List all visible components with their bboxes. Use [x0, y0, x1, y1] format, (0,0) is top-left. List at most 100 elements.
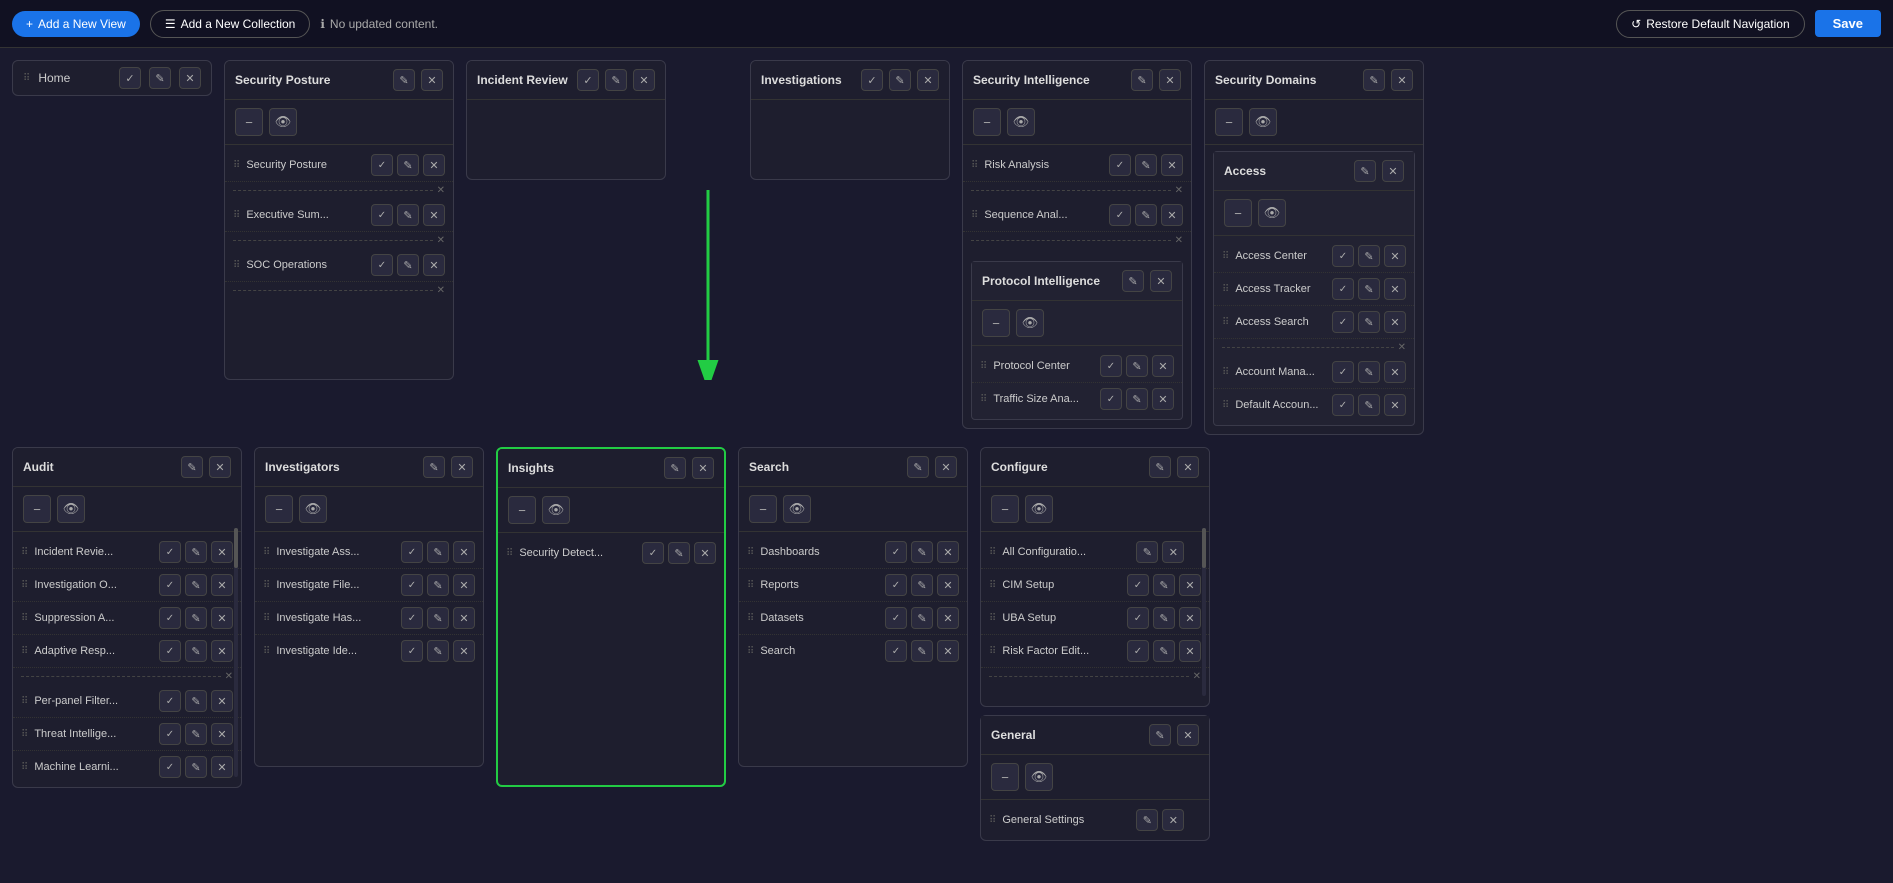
configure-eye-btn[interactable]: 👁 — [1025, 495, 1053, 523]
insights-close-btn[interactable]: ✕ — [692, 457, 714, 479]
item-close-btn[interactable]: ✕ — [453, 640, 475, 662]
investigators-eye-btn[interactable]: 👁 — [299, 495, 327, 523]
home-close-btn[interactable]: ✕ — [179, 67, 201, 89]
item-edit-btn[interactable]: ✎ — [427, 541, 449, 563]
item-close-btn[interactable]: ✕ — [211, 607, 233, 629]
item-check-btn[interactable]: ✓ — [401, 574, 423, 596]
item-edit-btn[interactable]: ✎ — [1358, 278, 1380, 300]
item-edit-btn[interactable]: ✎ — [1153, 640, 1175, 662]
item-check-btn[interactable]: ✓ — [885, 574, 907, 596]
item-close-btn[interactable]: ✕ — [1384, 278, 1406, 300]
audit-close-btn[interactable]: ✕ — [209, 456, 231, 478]
separator-close-btn[interactable]: ✕ — [437, 285, 445, 296]
item-edit-btn[interactable]: ✎ — [185, 756, 207, 778]
item-close-btn[interactable]: ✕ — [1179, 574, 1201, 596]
item-edit-btn[interactable]: ✎ — [1358, 394, 1380, 416]
separator-close-btn[interactable]: ✕ — [1175, 185, 1183, 196]
item-check-btn[interactable]: ✓ — [1109, 204, 1131, 226]
general-eye-btn[interactable]: 👁 — [1025, 763, 1053, 791]
item-close-btn[interactable]: ✕ — [211, 756, 233, 778]
si-minus-btn[interactable]: − — [973, 108, 1001, 136]
configure-edit-btn[interactable]: ✎ — [1149, 456, 1171, 478]
insights-edit-btn[interactable]: ✎ — [664, 457, 686, 479]
investigators-close-btn[interactable]: ✕ — [451, 456, 473, 478]
security-intelligence-close-btn[interactable]: ✕ — [1159, 69, 1181, 91]
separator-close-btn[interactable]: ✕ — [1175, 235, 1183, 246]
item-close-btn[interactable]: ✕ — [1152, 355, 1174, 377]
add-view-button[interactable]: + Add a New View — [12, 11, 140, 37]
item-close-btn[interactable]: ✕ — [937, 541, 959, 563]
search-edit-btn[interactable]: ✎ — [907, 456, 929, 478]
incident-review-close-btn[interactable]: ✕ — [633, 69, 655, 91]
access-eye-btn[interactable]: 👁 — [1258, 199, 1286, 227]
item-check-btn[interactable]: ✓ — [159, 574, 181, 596]
item-edit-btn[interactable]: ✎ — [1358, 245, 1380, 267]
audit-minus-btn[interactable]: − — [23, 495, 51, 523]
separator-close-btn[interactable]: ✕ — [437, 185, 445, 196]
item-check-btn[interactable]: ✓ — [885, 541, 907, 563]
insights-eye-btn[interactable]: 👁 — [542, 496, 570, 524]
item-close-btn[interactable]: ✕ — [1384, 245, 1406, 267]
item-close-btn[interactable]: ✕ — [423, 254, 445, 276]
item-close-btn[interactable]: ✕ — [1384, 394, 1406, 416]
item-close-btn[interactable]: ✕ — [423, 204, 445, 226]
item-check-btn[interactable]: ✓ — [1127, 607, 1149, 629]
item-check-btn[interactable]: ✓ — [401, 640, 423, 662]
investigators-minus-btn[interactable]: − — [265, 495, 293, 523]
item-close-btn[interactable]: ✕ — [453, 607, 475, 629]
insights-minus-btn[interactable]: − — [508, 496, 536, 524]
sd-close-btn[interactable]: ✕ — [1391, 69, 1413, 91]
item-check-btn[interactable]: ✓ — [885, 607, 907, 629]
item-check-btn[interactable]: ✓ — [1332, 245, 1354, 267]
item-edit-btn[interactable]: ✎ — [397, 204, 419, 226]
security-posture-close-btn[interactable]: ✕ — [421, 69, 443, 91]
item-check-btn[interactable]: ✓ — [159, 541, 181, 563]
item-edit-btn[interactable]: ✎ — [1135, 204, 1157, 226]
item-check-btn[interactable]: ✓ — [159, 640, 181, 662]
access-minus-btn[interactable]: − — [1224, 199, 1252, 227]
item-close-btn[interactable]: ✕ — [1161, 154, 1183, 176]
access-edit-btn[interactable]: ✎ — [1354, 160, 1376, 182]
item-check-btn[interactable]: ✓ — [1100, 355, 1122, 377]
configure-minus-btn[interactable]: − — [991, 495, 1019, 523]
pi-eye-btn[interactable]: 👁 — [1016, 309, 1044, 337]
item-check-btn[interactable]: ✓ — [371, 204, 393, 226]
audit-eye-btn[interactable]: 👁 — [57, 495, 85, 523]
item-close-btn[interactable]: ✕ — [1161, 204, 1183, 226]
item-edit-btn[interactable]: ✎ — [1153, 607, 1175, 629]
item-edit-btn[interactable]: ✎ — [911, 574, 933, 596]
item-check-btn[interactable]: ✓ — [642, 542, 664, 564]
item-edit-btn[interactable]: ✎ — [1136, 541, 1158, 563]
item-close-btn[interactable]: ✕ — [453, 574, 475, 596]
item-edit-btn[interactable]: ✎ — [427, 607, 449, 629]
configure-close-btn[interactable]: ✕ — [1177, 456, 1199, 478]
item-close-btn[interactable]: ✕ — [211, 640, 233, 662]
home-edit-btn[interactable]: ✎ — [149, 67, 171, 89]
item-edit-btn[interactable]: ✎ — [911, 640, 933, 662]
security-posture-minus-btn[interactable]: − — [235, 108, 263, 136]
item-close-btn[interactable]: ✕ — [937, 607, 959, 629]
item-edit-btn[interactable]: ✎ — [427, 640, 449, 662]
item-check-btn[interactable]: ✓ — [371, 154, 393, 176]
item-edit-btn[interactable]: ✎ — [185, 574, 207, 596]
item-edit-btn[interactable]: ✎ — [1135, 154, 1157, 176]
item-close-btn[interactable]: ✕ — [211, 541, 233, 563]
item-check-btn[interactable]: ✓ — [1109, 154, 1131, 176]
item-close-btn[interactable]: ✕ — [937, 640, 959, 662]
investigations-check-btn[interactable]: ✓ — [861, 69, 883, 91]
general-close-btn[interactable]: ✕ — [1177, 724, 1199, 746]
item-close-btn[interactable]: ✕ — [694, 542, 716, 564]
security-intelligence-edit-btn[interactable]: ✎ — [1131, 69, 1153, 91]
general-minus-btn[interactable]: − — [991, 763, 1019, 791]
item-close-btn[interactable]: ✕ — [1179, 607, 1201, 629]
item-edit-btn[interactable]: ✎ — [911, 607, 933, 629]
item-edit-btn[interactable]: ✎ — [668, 542, 690, 564]
restore-default-button[interactable]: ↺ Restore Default Navigation — [1616, 10, 1804, 38]
item-close-btn[interactable]: ✕ — [1162, 809, 1184, 831]
item-check-btn[interactable]: ✓ — [1332, 361, 1354, 383]
item-edit-btn[interactable]: ✎ — [397, 154, 419, 176]
separator-close-btn[interactable]: ✕ — [1398, 342, 1406, 353]
item-check-btn[interactable]: ✓ — [1127, 640, 1149, 662]
separator-close-btn[interactable]: ✕ — [1193, 671, 1201, 682]
sd-edit-btn[interactable]: ✎ — [1363, 69, 1385, 91]
